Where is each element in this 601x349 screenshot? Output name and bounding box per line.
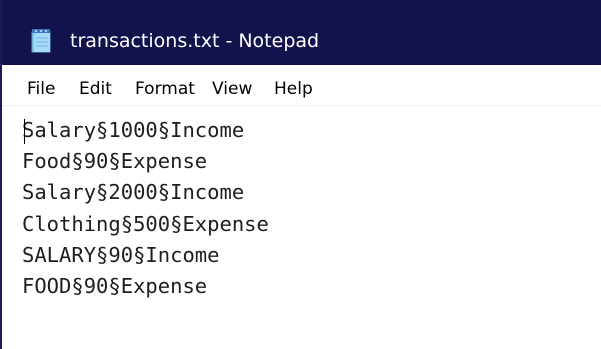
menu-edit[interactable]: Edit [79,78,112,100]
notepad-window: transactions.txt - Notepad File Edit For… [0,0,601,349]
menu-help[interactable]: Help [274,78,313,100]
notepad-icon [29,28,55,54]
text-line: SALARY§90§Income [22,242,220,267]
text-caret [24,119,25,144]
text-line: Clothing§500§Expense [22,211,269,236]
text-line: FOOD§90§Expense [22,273,208,298]
text-line: Salary§2000§Income [22,180,245,205]
document-text: Salary§1000§Income Food§90§Expense Salar… [22,115,269,302]
menu-format[interactable]: Format [135,78,195,100]
text-line: Salary§1000§Income [22,118,245,142]
text-line: Food§90§Expense [22,149,208,174]
menu-file[interactable]: File [27,78,55,100]
title-bar[interactable]: transactions.txt - Notepad [2,0,601,65]
window-title: transactions.txt - Notepad [70,30,320,52]
text-editor-area[interactable]: Salary§1000§Income Food§90§Expense Salar… [2,106,601,349]
menu-view[interactable]: View [212,78,252,100]
menu-bar: File Edit Format View Help [2,65,601,106]
